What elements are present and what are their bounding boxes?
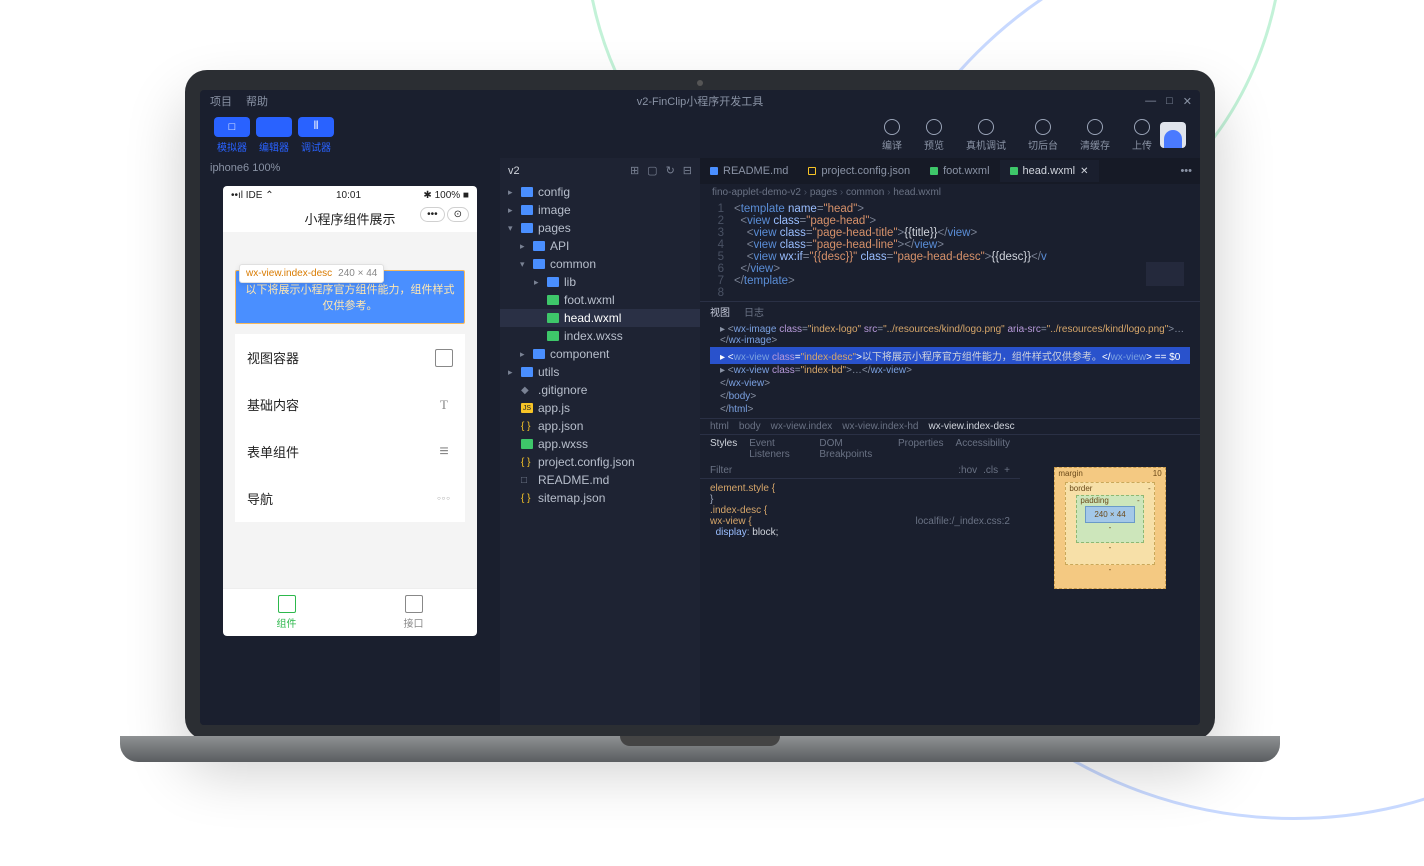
tree-item[interactable]: ▸API: [500, 237, 700, 255]
list-item[interactable]: 导航: [235, 475, 465, 522]
window-title: v2-FinClip小程序开发工具: [637, 93, 764, 109]
styles-tab[interactable]: DOM Breakpoints: [819, 438, 886, 460]
tree-item[interactable]: ▸utils: [500, 363, 700, 381]
status-time: 10:01: [336, 190, 361, 201]
css-rules[interactable]: element.style {}.index-desc {</span></di…: [700, 479, 1020, 542]
action-2[interactable]: 真机调试: [966, 119, 1006, 152]
menu-help[interactable]: 帮助: [246, 93, 268, 109]
simulator-device: iphone6 100%: [200, 158, 500, 178]
action-3[interactable]: 切后台: [1028, 119, 1058, 152]
mode-0[interactable]: □模拟器: [214, 117, 250, 154]
devtools: 视图 日志 ▸ <wx-image class="index-logo" src…: [700, 301, 1200, 621]
devtools-tab-elements[interactable]: 视图: [710, 304, 730, 319]
tree-item[interactable]: { }sitemap.json: [500, 489, 700, 507]
action-0[interactable]: 编译: [882, 119, 902, 152]
styles-tab[interactable]: Accessibility: [956, 438, 1010, 460]
status-signal: ••ıl IDE ⌃: [231, 190, 274, 201]
tree-item[interactable]: head.wxml: [500, 309, 700, 327]
breadcrumb: fino-applet-demo-v2pagescommonhead.wxml: [700, 184, 1200, 201]
phone-tab[interactable]: 接口: [350, 589, 477, 636]
box-model: margin10 border- padding- 240 × 44 -: [1020, 435, 1200, 621]
hov-toggle[interactable]: :hov: [958, 465, 977, 476]
new-folder-icon[interactable]: ▢: [647, 164, 657, 177]
action-1[interactable]: 预览: [924, 119, 944, 152]
list-item[interactable]: 表单组件: [235, 428, 465, 475]
editor-area: README.md project.config.json foot.wxml …: [700, 158, 1200, 725]
cls-toggle[interactable]: .cls: [983, 465, 998, 476]
capsule-close[interactable]: ⊙: [447, 207, 469, 222]
tree-item[interactable]: { }project.config.json: [500, 453, 700, 471]
dom-breadcrumb[interactable]: htmlbodywx-view.indexwx-view.index-hdwx-…: [700, 418, 1200, 435]
dom-tree[interactable]: ▸ <wx-image class="index-logo" src="../r…: [700, 321, 1200, 418]
tree-item[interactable]: ▾common: [500, 255, 700, 273]
tree-item[interactable]: ◆.gitignore: [500, 381, 700, 399]
mode-2[interactable]: ⫴调试器: [298, 117, 334, 154]
maximize-icon[interactable]: □: [1166, 95, 1173, 108]
inspector-tooltip: wx-view.index-desc 240 × 44: [239, 264, 384, 283]
refresh-icon[interactable]: ↻: [666, 164, 675, 177]
tree-item[interactable]: ▸config: [500, 183, 700, 201]
editor-tab[interactable]: head.wxml✕: [1000, 160, 1099, 182]
simulator-panel: iphone6 100% ••ıl IDE ⌃ 10:01 ✱ 100% ■ 小…: [200, 158, 500, 725]
mode-1[interactable]: 编辑器: [256, 117, 292, 154]
action-4[interactable]: 清缓存: [1080, 119, 1110, 152]
tree-item[interactable]: index.wxss: [500, 327, 700, 345]
code-editor[interactable]: 1<template name="head">2 <view class="pa…: [700, 201, 1200, 301]
new-file-icon[interactable]: ⊞: [630, 164, 639, 177]
phone-tab[interactable]: 组件: [223, 589, 350, 636]
minimize-icon[interactable]: —: [1145, 95, 1156, 108]
devtools-tab-console[interactable]: 日志: [744, 304, 764, 319]
tree-item[interactable]: ▸component: [500, 345, 700, 363]
tree-item[interactable]: { }app.json: [500, 417, 700, 435]
tree-item[interactable]: ▾pages: [500, 219, 700, 237]
styles-tab[interactable]: Event Listeners: [749, 438, 807, 460]
capsule-menu[interactable]: •••: [420, 207, 445, 222]
editor-tab[interactable]: project.config.json: [798, 160, 920, 182]
avatar[interactable]: [1160, 122, 1186, 148]
close-icon[interactable]: ✕: [1183, 95, 1192, 108]
add-rule[interactable]: +: [1004, 465, 1010, 476]
explorer-root[interactable]: v2: [508, 165, 520, 177]
list-item[interactable]: 视图容器: [235, 334, 465, 381]
app-title: 小程序组件展示: [304, 212, 395, 227]
tree-item[interactable]: □README.md: [500, 471, 700, 489]
file-explorer: v2 ⊞ ▢ ↻ ⊟ ▸config ▸image ▾pages ▸API ▾c…: [500, 158, 700, 725]
collapse-icon[interactable]: ⊟: [683, 164, 692, 177]
styles-tab[interactable]: Styles: [710, 438, 737, 460]
laptop-mockup: 项目 帮助 v2-FinClip小程序开发工具 — □ ✕ □模拟器 编辑器 ⫴…: [170, 70, 1230, 790]
editor-tab[interactable]: README.md: [700, 160, 798, 182]
editor-tab[interactable]: foot.wxml: [920, 160, 999, 182]
tab-overflow[interactable]: •••: [1172, 165, 1200, 177]
toolbar: □模拟器 编辑器 ⫴调试器 编译预览真机调试切后台清缓存上传: [200, 112, 1200, 158]
status-battery: ✱ 100% ■: [423, 190, 469, 201]
filter-input[interactable]: Filter: [710, 465, 732, 476]
tree-item[interactable]: foot.wxml: [500, 291, 700, 309]
list-item[interactable]: 基础内容: [235, 381, 465, 428]
tree-item[interactable]: app.wxss: [500, 435, 700, 453]
tree-item[interactable]: JSapp.js: [500, 399, 700, 417]
action-5[interactable]: 上传: [1132, 119, 1152, 152]
tree-item[interactable]: ▸lib: [500, 273, 700, 291]
menu-project[interactable]: 项目: [210, 93, 232, 109]
tree-item[interactable]: ▸image: [500, 201, 700, 219]
minimap[interactable]: [1146, 262, 1184, 382]
menubar: 项目 帮助 v2-FinClip小程序开发工具 — □ ✕: [200, 90, 1200, 112]
styles-tab[interactable]: Properties: [898, 438, 944, 460]
ide-window: 项目 帮助 v2-FinClip小程序开发工具 — □ ✕ □模拟器 编辑器 ⫴…: [200, 90, 1200, 725]
phone-preview: ••ıl IDE ⌃ 10:01 ✱ 100% ■ 小程序组件展示 ••• ⊙: [223, 186, 477, 636]
